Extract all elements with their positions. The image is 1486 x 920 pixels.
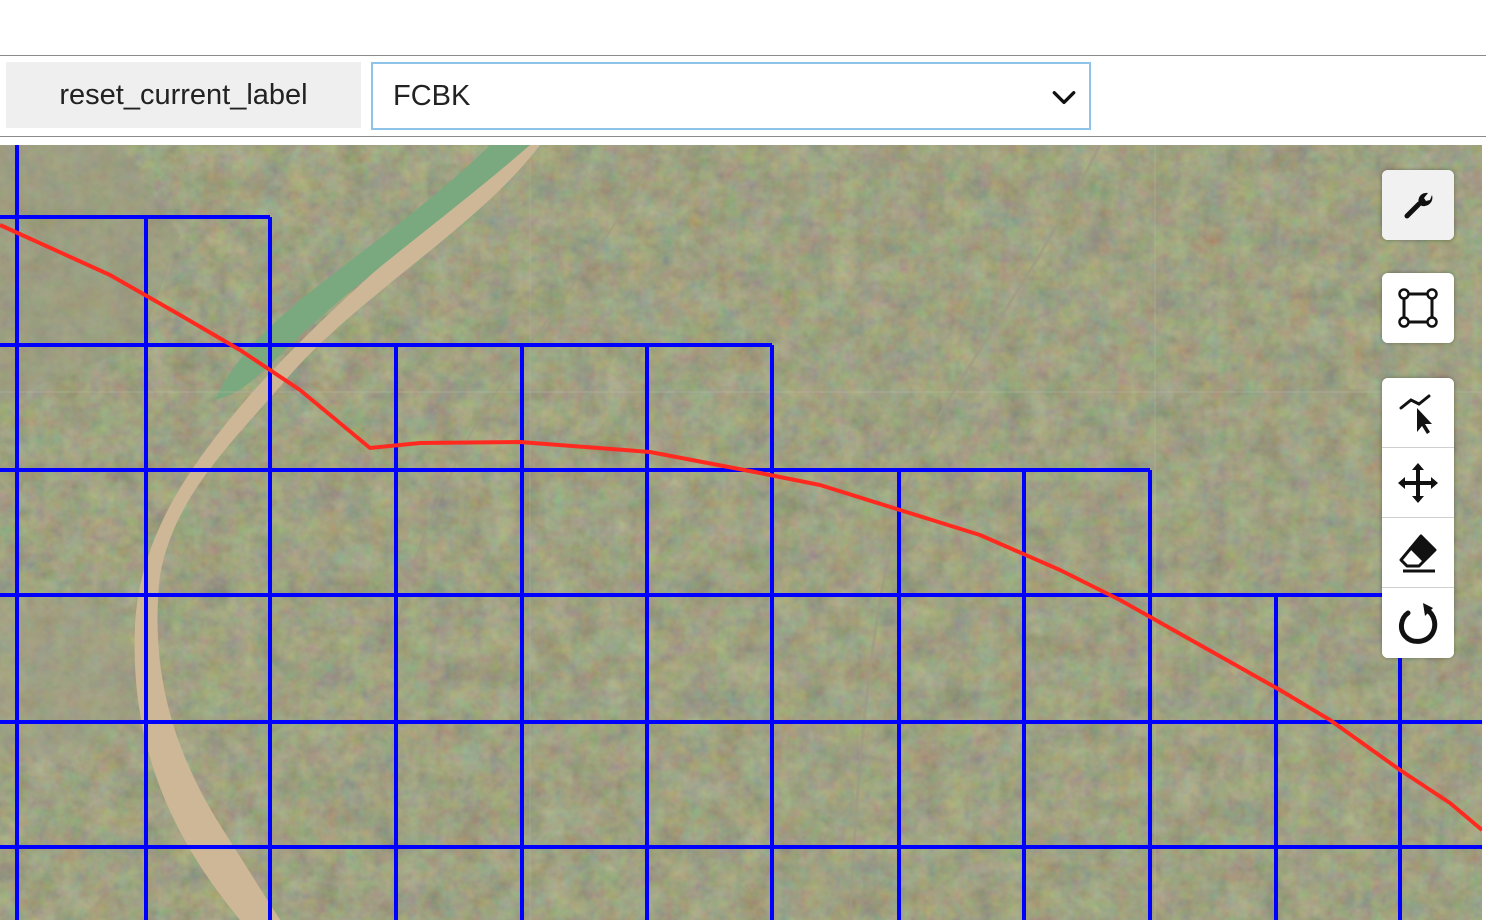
- satellite-map[interactable]: [0, 145, 1482, 920]
- settings-tool-group: [1382, 170, 1454, 240]
- satellite-imagery: [0, 145, 1482, 920]
- chevron-down-icon: [1052, 91, 1076, 105]
- settings-tool-button[interactable]: [1382, 170, 1454, 240]
- edit-vertices-button[interactable]: [1382, 378, 1454, 448]
- rotate-tool-button[interactable]: [1382, 588, 1454, 658]
- eraser-icon: [1399, 534, 1437, 572]
- move-arrows-icon: [1398, 462, 1438, 503]
- wrench-icon: [1404, 192, 1433, 219]
- edit-tool-group: [1382, 378, 1454, 658]
- bottom-divider: [0, 136, 1486, 137]
- draw-tool-group: [1382, 273, 1454, 343]
- rectangle-draw-icon: [1398, 288, 1438, 328]
- label-class-select-value: FCBK: [393, 79, 471, 112]
- erase-tool-button[interactable]: [1382, 518, 1454, 588]
- move-tool-button[interactable]: [1382, 448, 1454, 518]
- rotate-icon: [1398, 603, 1438, 644]
- edit-cursor-icon: [1399, 394, 1432, 434]
- label-class-select[interactable]: FCBK: [371, 62, 1091, 130]
- reset-current-label-button[interactable]: reset_current_label: [6, 62, 361, 128]
- draw-rectangle-button[interactable]: [1382, 273, 1454, 343]
- top-divider: [0, 55, 1486, 56]
